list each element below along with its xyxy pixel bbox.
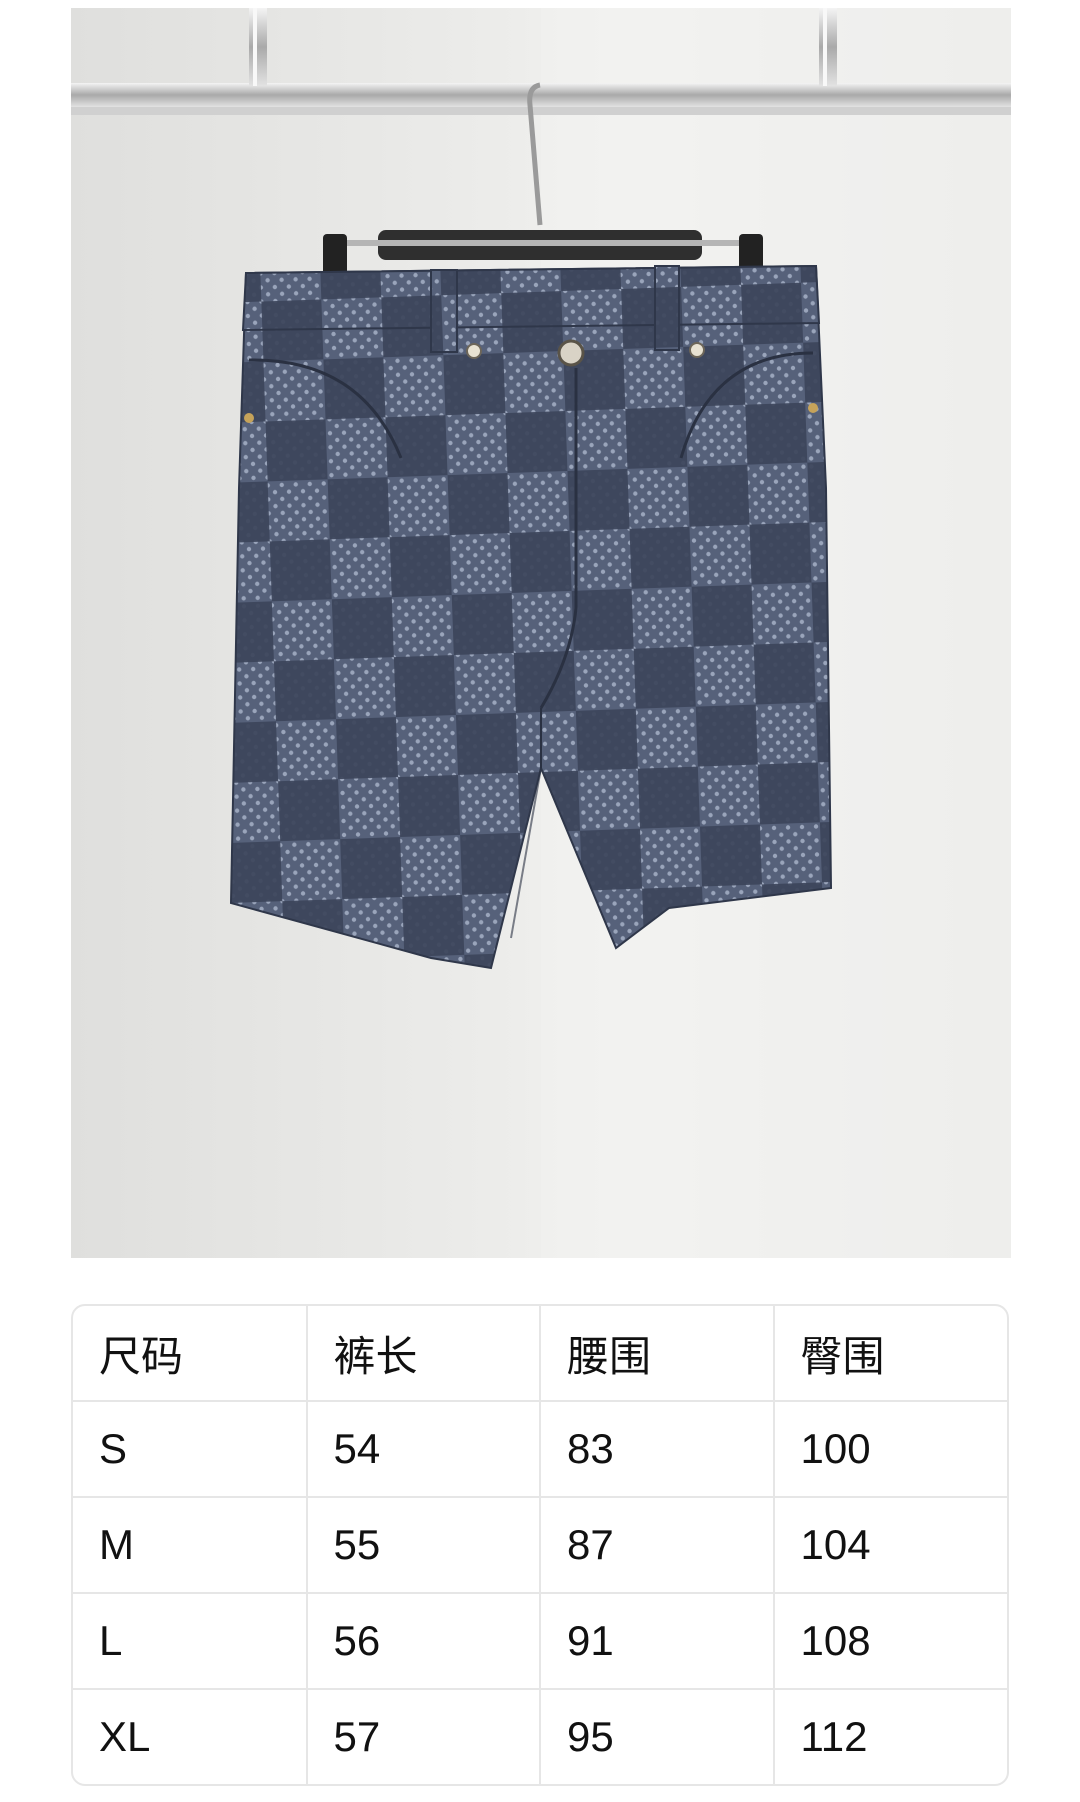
cell-waist: 91 xyxy=(540,1593,775,1690)
cell-size: M xyxy=(73,1497,308,1594)
product-photo xyxy=(71,8,1011,1258)
header-waist: 腰围 xyxy=(540,1306,775,1402)
cell-length: 55 xyxy=(306,1497,541,1594)
shorts xyxy=(229,264,833,970)
header-length: 裤长 xyxy=(306,1306,541,1402)
cell-hip: 100 xyxy=(773,1401,1007,1498)
table-row: M 55 87 104 xyxy=(73,1497,1007,1594)
cell-hip: 112 xyxy=(800,1713,868,1760)
table-row: XL 57 95 112 xyxy=(73,1689,1007,1784)
cell-hip: 108 xyxy=(773,1593,1007,1690)
header-size: 尺码 xyxy=(73,1306,308,1402)
table-header-row: 尺码 裤长 腰围 臀围 xyxy=(73,1306,1007,1402)
header-hip: 臀围 xyxy=(773,1306,1007,1402)
size-table: 尺码 裤长 腰围 臀围 S 54 83 100 M 55 87 104 L 56 xyxy=(73,1306,1007,1784)
cell-length: 57 xyxy=(306,1689,541,1784)
cell-waist: 95 xyxy=(540,1689,775,1784)
cell-length: 56 xyxy=(306,1593,541,1690)
table-row: S 54 83 100 xyxy=(73,1401,1007,1498)
table-row: L 56 91 108 xyxy=(73,1593,1007,1690)
cell-hip: 104 xyxy=(773,1497,1007,1594)
cell-waist: 87 xyxy=(540,1497,775,1594)
cell-size: XL xyxy=(73,1689,308,1784)
cell-size: L xyxy=(73,1593,308,1690)
cell-waist: 83 xyxy=(540,1401,775,1498)
cell-size: S xyxy=(73,1401,308,1498)
cell-length: 54 xyxy=(306,1401,541,1498)
size-chart: 尺码 裤长 腰围 臀围 S 54 83 100 M 55 87 104 L 56 xyxy=(71,1304,1009,1786)
